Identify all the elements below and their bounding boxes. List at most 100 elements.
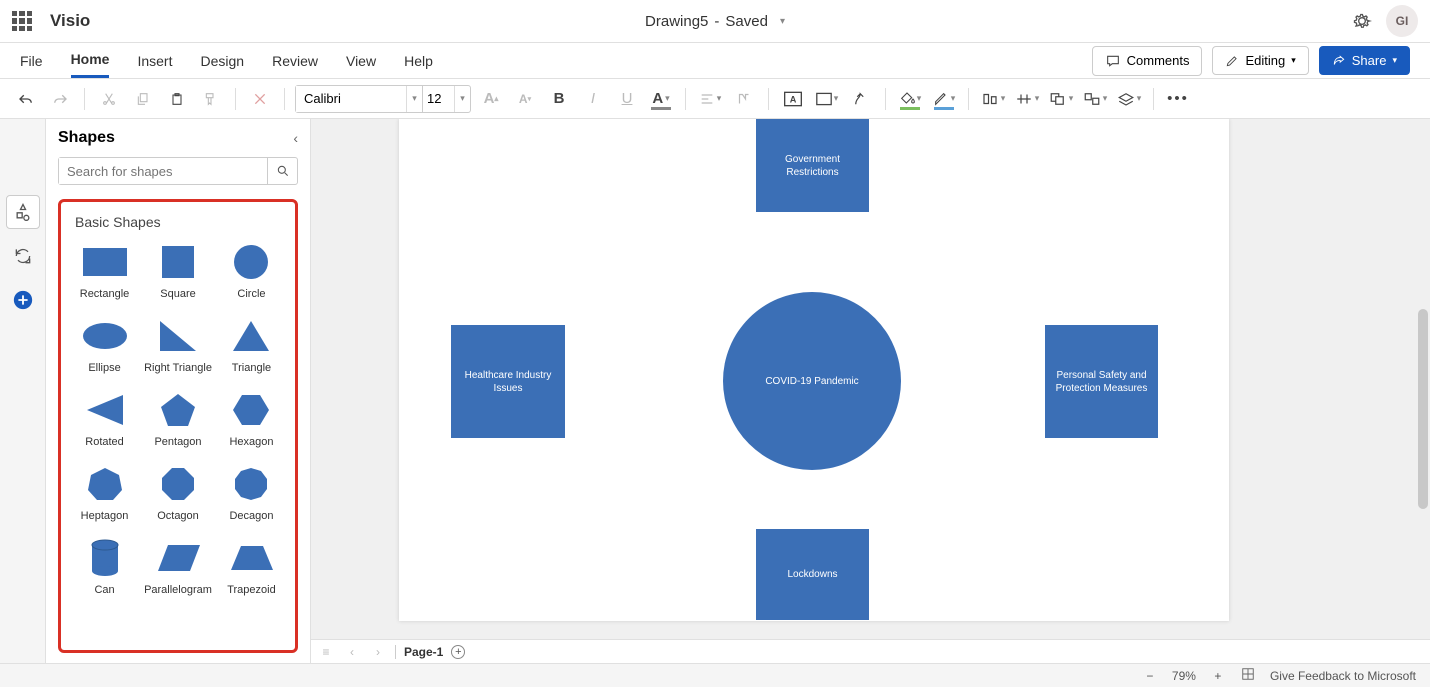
shape-right-triangle[interactable]: Right Triangle (144, 318, 212, 374)
shape-heptagon[interactable]: Heptagon (71, 466, 138, 522)
basic-shapes-group: Basic Shapes Rectangle Square Circle Ell… (58, 199, 298, 653)
editing-mode-button[interactable]: Editing ▾ (1212, 46, 1308, 75)
share-button[interactable]: Share ▾ (1319, 46, 1410, 75)
zoom-in-button[interactable]: + (1210, 669, 1226, 683)
italic-button: I (579, 85, 607, 113)
shapes-title: Shapes (58, 129, 115, 147)
fit-page-button[interactable] (1240, 667, 1256, 684)
shrink-font-button: A▾ (511, 85, 539, 113)
redo-button (46, 85, 74, 113)
pencil-icon (1225, 54, 1239, 68)
tab-view[interactable]: View (346, 45, 376, 77)
app-launcher-icon[interactable] (12, 11, 32, 31)
arrange-align-button[interactable]: ▾ (979, 85, 1007, 113)
rail-sync-button[interactable] (6, 239, 40, 273)
status-bar: − 79% + Give Feedback to Microsoft (0, 663, 1430, 687)
align-button: ▾ (696, 85, 724, 113)
user-avatar[interactable]: GI (1386, 5, 1418, 37)
shape-octagon[interactable]: Octagon (144, 466, 212, 522)
shape-rotated-triangle[interactable]: Rotated (71, 392, 138, 448)
chevron-down-icon[interactable]: ▾ (406, 86, 422, 112)
comments-button[interactable]: Comments (1092, 46, 1203, 76)
search-icon[interactable] (267, 158, 297, 184)
share-icon (1332, 54, 1346, 68)
shapes-panel: Shapes ‹ Basic Shapes Rectangle Square C… (46, 119, 311, 663)
drawing-page[interactable]: Government Restrictions Healthcare Indus… (399, 119, 1229, 621)
shape-trapezoid[interactable]: Trapezoid (218, 540, 285, 596)
text-orientation-button (730, 85, 758, 113)
shape-parallelogram[interactable]: Parallelogram (144, 540, 212, 596)
doc-name: Drawing5 (645, 13, 708, 30)
grow-font-button: A▴ (477, 85, 505, 113)
pages-menu-icon[interactable]: ≡ (317, 645, 335, 659)
doc-saved: Saved (725, 13, 768, 30)
tab-file[interactable]: File (20, 45, 43, 77)
shape-decagon[interactable]: Decagon (218, 466, 285, 522)
rail-add-button[interactable] (6, 283, 40, 317)
shape-can[interactable]: Can (71, 540, 138, 596)
collapse-panel-icon[interactable]: ‹ (293, 130, 298, 146)
shape-square[interactable]: Square (144, 244, 212, 300)
delete-button (246, 85, 274, 113)
tab-home[interactable]: Home (71, 43, 110, 78)
next-page-icon[interactable]: › (369, 645, 387, 659)
cut-button (95, 85, 123, 113)
zoom-level[interactable]: 79% (1172, 669, 1196, 683)
shape-rectangle[interactable]: Rectangle (71, 244, 138, 300)
canvas-shape-right[interactable]: Personal Safety and Protection Measures (1045, 325, 1158, 438)
document-title[interactable]: Drawing5 - Saved ▾ (645, 13, 785, 30)
shape-circle[interactable]: Circle (218, 244, 285, 300)
canvas[interactable]: Government Restrictions Healthcare Indus… (311, 119, 1430, 663)
shapes-search-input[interactable] (59, 158, 267, 184)
bold-button[interactable]: B (545, 85, 573, 113)
tab-design[interactable]: Design (200, 45, 244, 77)
zoom-out-button[interactable]: − (1142, 669, 1158, 683)
tab-review[interactable]: Review (272, 45, 318, 77)
font-selector[interactable]: ▾ ▾ (295, 85, 471, 113)
text-box-button[interactable]: A (779, 85, 807, 113)
app-name: Visio (50, 11, 90, 31)
chevron-down-icon[interactable]: ▾ (454, 86, 470, 112)
page-tabs-bar: ≡ ‹ › Page-1 + (311, 639, 1430, 663)
font-color-button[interactable]: A▾ (647, 85, 675, 113)
shapes-search[interactable] (58, 157, 298, 185)
shape-pentagon[interactable]: Pentagon (144, 392, 212, 448)
line-color-button[interactable]: ▾ (930, 85, 958, 113)
copy-button (129, 85, 157, 113)
undo-button[interactable] (12, 85, 40, 113)
title-bar: Visio Drawing5 - Saved ▾ GI (0, 0, 1430, 43)
shape-outline-button[interactable]: ▾ (813, 85, 841, 113)
rail-shapes-button[interactable] (6, 195, 40, 229)
layers-button[interactable]: ▾ (1115, 85, 1143, 113)
shape-hexagon[interactable]: Hexagon (218, 392, 285, 448)
paste-button[interactable] (163, 85, 191, 113)
tab-insert[interactable]: Insert (137, 45, 172, 77)
prev-page-icon[interactable]: ‹ (343, 645, 361, 659)
page-tab[interactable]: Page-1 (404, 645, 443, 659)
position-button[interactable]: ▾ (1013, 85, 1041, 113)
canvas-shape-center[interactable]: COVID-19 Pandemic (723, 292, 901, 470)
tab-help[interactable]: Help (404, 45, 433, 77)
font-name-input[interactable] (296, 86, 406, 112)
shape-triangle[interactable]: Triangle (218, 318, 285, 374)
feedback-link[interactable]: Give Feedback to Microsoft (1270, 669, 1416, 683)
vertical-scrollbar[interactable] (1418, 309, 1428, 509)
font-size-input[interactable] (422, 86, 454, 112)
more-button[interactable]: ••• (1164, 85, 1192, 113)
vertical-scroll-track[interactable] (1416, 119, 1430, 663)
format-painter-button (197, 85, 225, 113)
add-page-button[interactable]: + (451, 645, 465, 659)
canvas-shape-top[interactable]: Government Restrictions (756, 119, 869, 212)
comment-icon (1105, 53, 1121, 69)
settings-icon[interactable] (1352, 11, 1372, 31)
svg-text:A: A (790, 94, 797, 104)
canvas-shape-left[interactable]: Healthcare Industry Issues (451, 325, 565, 438)
canvas-shape-bottom[interactable]: Lockdowns (756, 529, 869, 620)
shape-ellipse[interactable]: Ellipse (71, 318, 138, 374)
underline-button: U (613, 85, 641, 113)
fill-color-button[interactable]: ▾ (896, 85, 924, 113)
connector-button[interactable] (847, 85, 875, 113)
group-button[interactable]: ▾ (1081, 85, 1109, 113)
basic-shapes-title: Basic Shapes (71, 214, 285, 230)
bring-forward-button[interactable]: ▾ (1047, 85, 1075, 113)
